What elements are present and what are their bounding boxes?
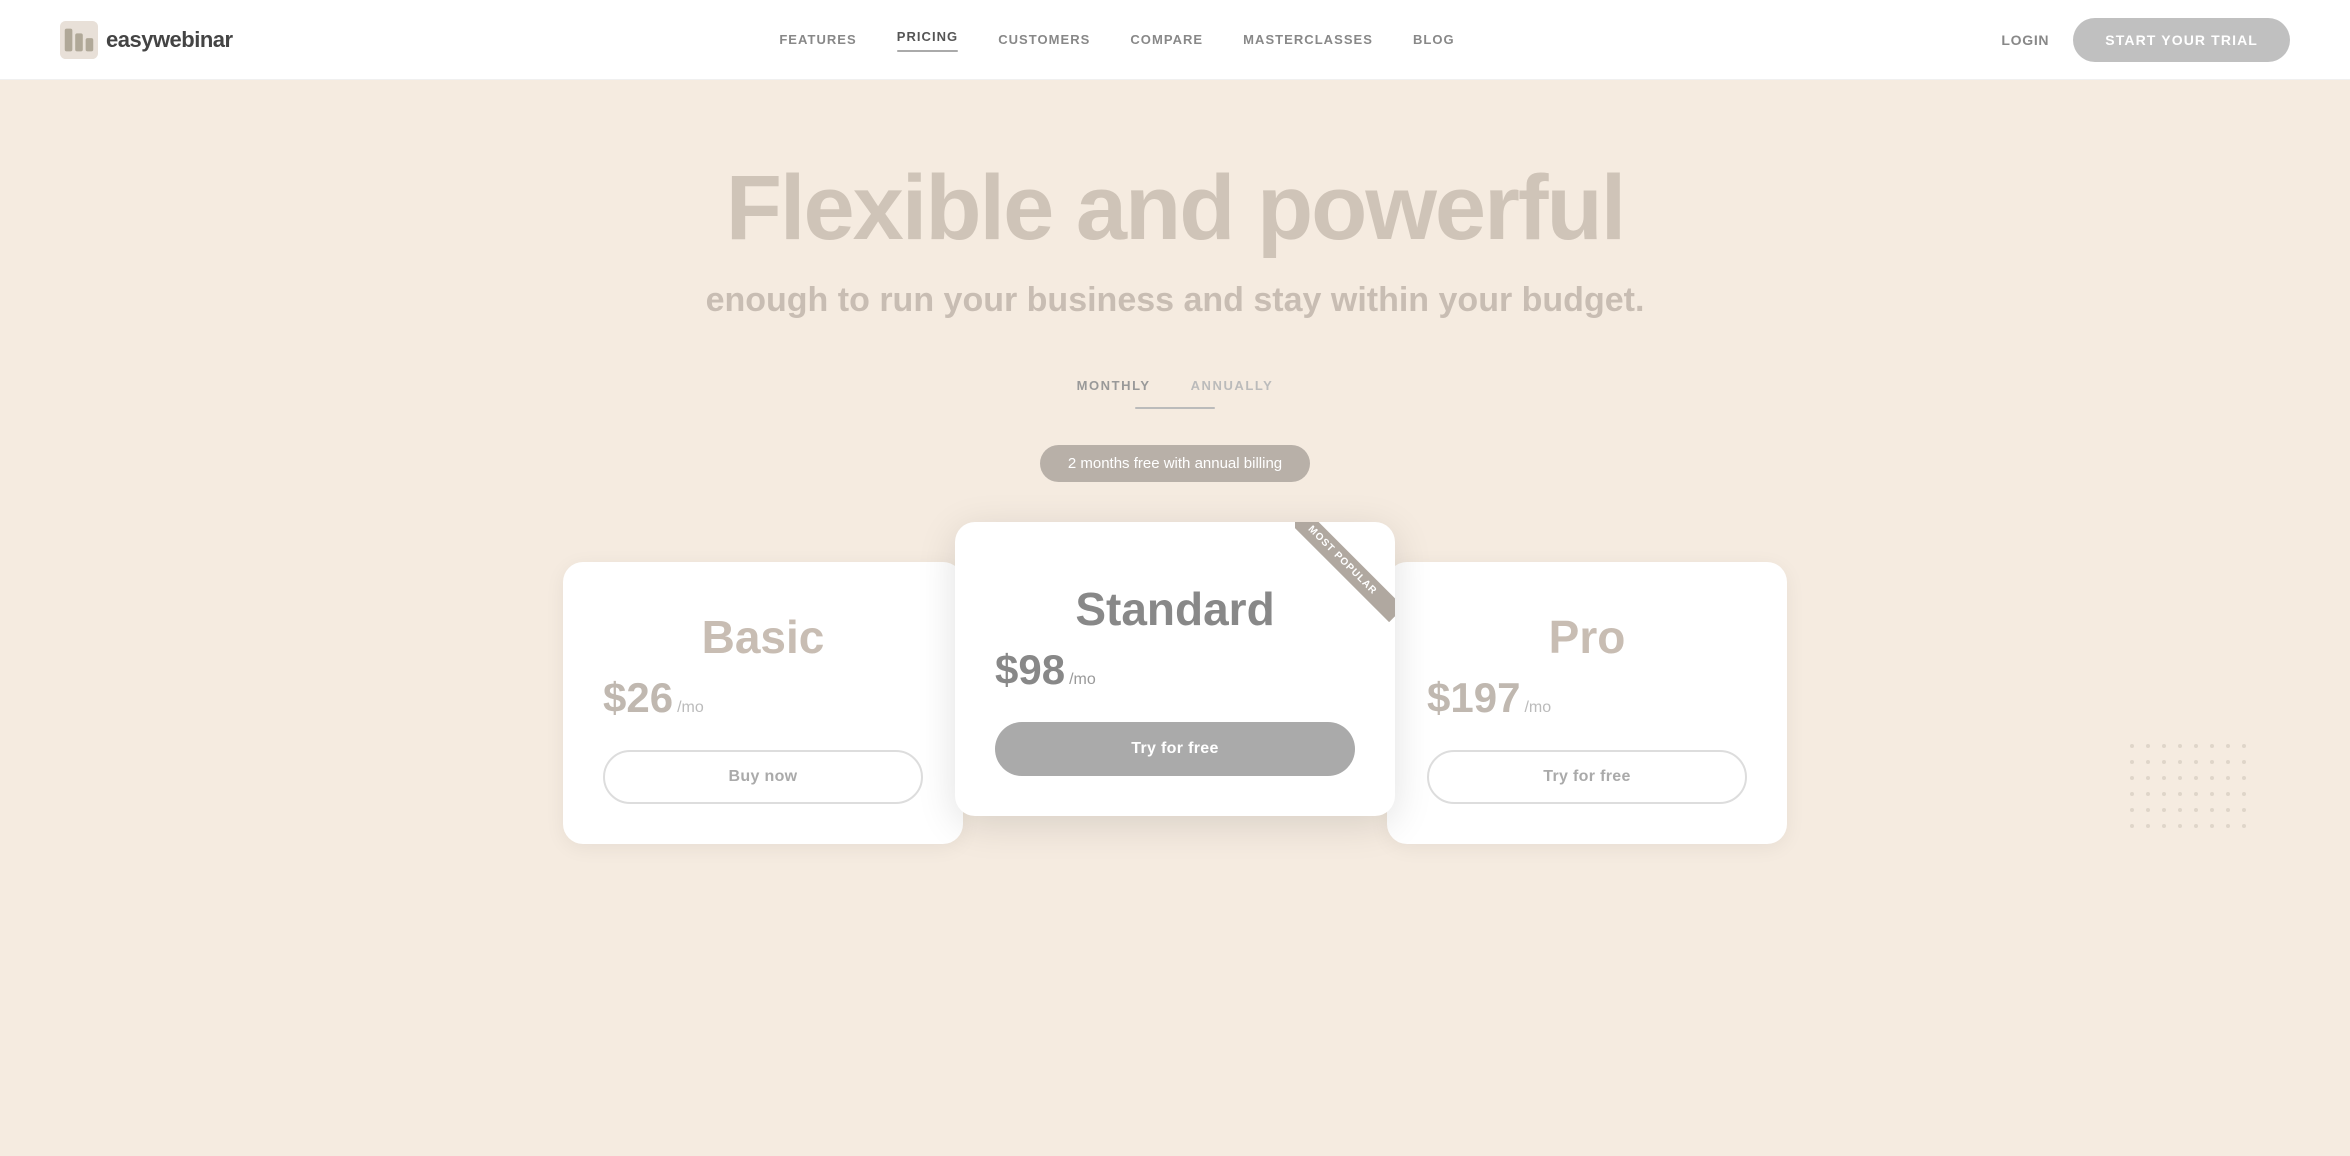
billing-annually[interactable]: ANNUALLY <box>1171 370 1294 401</box>
dot <box>2146 760 2150 764</box>
dot <box>2210 792 2214 796</box>
dot <box>2242 824 2246 828</box>
dot <box>2226 824 2230 828</box>
pro-price: $197 /mo <box>1427 674 1747 722</box>
dot <box>2162 760 2166 764</box>
dot <box>2226 760 2230 764</box>
billing-toggle: MONTHLY ANNUALLY <box>40 370 2310 401</box>
logo-link[interactable]: easywebinar <box>60 21 233 59</box>
most-popular-ribbon: MOST POPULAR <box>1295 522 1395 622</box>
navbar: easywebinar FEATURES PRICING CUSTOMERS C… <box>0 0 2350 80</box>
dot <box>2210 744 2214 748</box>
dot <box>2162 776 2166 780</box>
dot <box>2226 808 2230 812</box>
dot <box>2178 792 2182 796</box>
dots-decoration: // Generate dots inline via template tri… <box>2130 744 2250 844</box>
annual-badge: 2 months free with annual billing <box>1040 445 1310 482</box>
dot <box>2130 792 2134 796</box>
dot <box>2226 792 2230 796</box>
dot <box>2210 760 2214 764</box>
billing-monthly[interactable]: MONTHLY <box>1057 370 1171 401</box>
dot <box>2226 744 2230 748</box>
logo-icon <box>60 21 98 59</box>
hero-section: Flexible and powerful enough to run your… <box>0 80 2350 844</box>
logo-text: easywebinar <box>106 27 233 53</box>
dot <box>2130 808 2134 812</box>
standard-button[interactable]: Try for free <box>995 722 1355 776</box>
basic-period: /mo <box>677 699 704 717</box>
dot <box>2242 792 2246 796</box>
pro-amount: $197 <box>1427 674 1520 722</box>
dot <box>2242 760 2246 764</box>
dot <box>2178 744 2182 748</box>
hero-title: Flexible and powerful <box>40 160 2310 257</box>
standard-price: $98 /mo <box>995 646 1355 694</box>
dot <box>2178 808 2182 812</box>
dot <box>2146 792 2150 796</box>
dot <box>2146 744 2150 748</box>
dot <box>2130 824 2134 828</box>
navbar-right: LOGIN START YOUR TRIAL <box>2001 18 2290 62</box>
card-standard: MOST POPULAR Standard $98 /mo Try for fr… <box>955 522 1395 816</box>
nav-compare[interactable]: COMPARE <box>1130 32 1203 47</box>
dot <box>2242 744 2246 748</box>
nav-blog[interactable]: BLOG <box>1413 32 1455 47</box>
dot <box>2146 808 2150 812</box>
dot <box>2194 824 2198 828</box>
dot <box>2146 824 2150 828</box>
dot <box>2162 824 2166 828</box>
card-basic: Basic $26 /mo Buy now <box>563 562 963 844</box>
pro-button[interactable]: Try for free <box>1427 750 1747 804</box>
dot <box>2194 808 2198 812</box>
dot <box>2194 744 2198 748</box>
pro-title: Pro <box>1427 610 1747 664</box>
dots-grid: // Generate dots inline via template tri… <box>2130 744 2250 834</box>
dot <box>2210 824 2214 828</box>
toggle-underline <box>1135 407 1215 409</box>
card-pro: Pro $197 /mo Try for free <box>1387 562 1787 844</box>
dot <box>2226 776 2230 780</box>
login-link[interactable]: LOGIN <box>2001 32 2049 48</box>
dot <box>2210 808 2214 812</box>
nav-masterclasses[interactable]: MASTERCLASSES <box>1243 32 1373 47</box>
basic-price: $26 /mo <box>603 674 923 722</box>
nav-customers[interactable]: CUSTOMERS <box>998 32 1090 47</box>
dot <box>2178 760 2182 764</box>
dot <box>2162 792 2166 796</box>
pro-period: /mo <box>1524 699 1551 717</box>
pricing-cards: Basic $26 /mo Buy now MOST POPULAR Stand… <box>40 522 2310 844</box>
dot <box>2178 776 2182 780</box>
standard-amount: $98 <box>995 646 1065 694</box>
nav-features[interactable]: FEATURES <box>779 32 856 47</box>
dot <box>2130 776 2134 780</box>
dot <box>2194 776 2198 780</box>
standard-period: /mo <box>1069 671 1096 689</box>
dot <box>2130 744 2134 748</box>
dot <box>2130 760 2134 764</box>
dot <box>2242 776 2246 780</box>
basic-button[interactable]: Buy now <box>603 750 923 804</box>
dot <box>2162 744 2166 748</box>
dot <box>2210 776 2214 780</box>
dot <box>2242 808 2246 812</box>
dot <box>2178 824 2182 828</box>
hero-subtitle: enough to run your business and stay wit… <box>40 281 2310 320</box>
nav-pricing[interactable]: PRICING <box>897 29 958 52</box>
ribbon-text: MOST POPULAR <box>1295 522 1395 622</box>
basic-amount: $26 <box>603 674 673 722</box>
basic-title: Basic <box>603 610 923 664</box>
nav-menu: FEATURES PRICING CUSTOMERS COMPARE MASTE… <box>779 28 1454 52</box>
dot <box>2194 760 2198 764</box>
dot <box>2146 776 2150 780</box>
trial-button[interactable]: START YOUR TRIAL <box>2073 18 2290 62</box>
dot <box>2162 808 2166 812</box>
dot <box>2194 792 2198 796</box>
